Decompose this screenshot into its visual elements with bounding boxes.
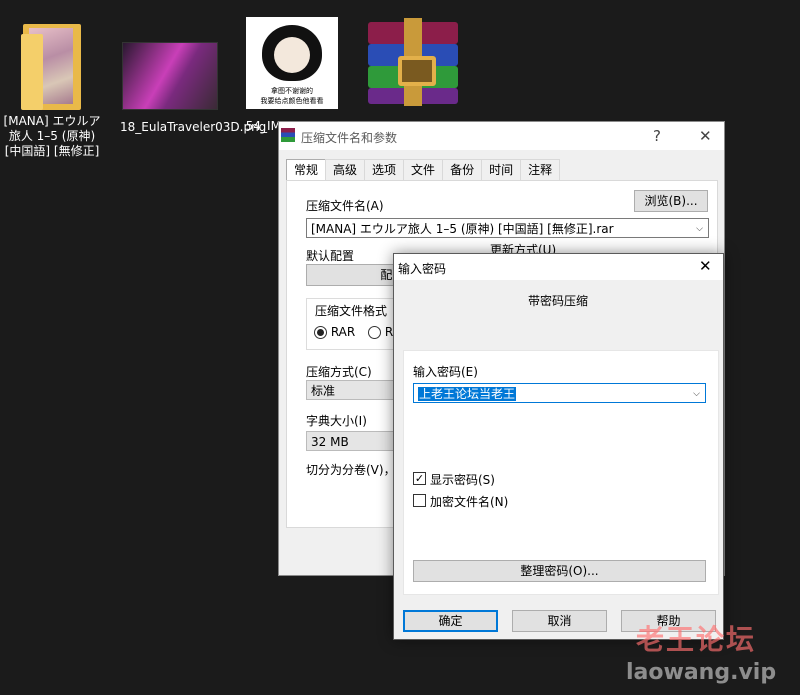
image-thumbnail (122, 42, 218, 110)
dict-value: 32 MB (311, 435, 349, 449)
archive-name-label: 压缩文件名(A) (306, 199, 384, 213)
desktop-image-meme[interactable]: 拿图不谢谢的 我要给点颜色他看看 54_IMG_2085... (242, 17, 342, 134)
tab-comment[interactable]: 注释 (520, 159, 561, 181)
format-rar-radio[interactable]: RAR (314, 325, 355, 339)
pw-dialog-title: 输入密码 (398, 262, 447, 276)
meme-caption-1: 拿图不谢谢的 (271, 87, 313, 95)
radio-selected-icon (314, 326, 327, 339)
password-input[interactable]: 上老王论坛当老王 ⌵ (413, 383, 706, 403)
meme-caption-2: 我要给点颜色他看看 (260, 97, 324, 105)
organize-passwords-button[interactable]: 整理密码(O)... (413, 560, 706, 582)
dialog-title: 压缩文件名和参数 (301, 131, 398, 145)
password-value: 上老王论坛当老王 (418, 387, 517, 401)
tab-strip: 常规 高级 选项 文件 备份 时间 注释 (286, 159, 561, 183)
tab-options[interactable]: 选项 (364, 159, 405, 181)
tab-files[interactable]: 文件 (403, 159, 444, 181)
dict-combo[interactable]: 32 MB (306, 431, 401, 451)
chevron-down-icon[interactable]: ⌵ (696, 219, 703, 237)
default-profile-label: 默认配置 (306, 249, 355, 263)
show-password-label: 显示密码(S) (430, 473, 495, 487)
chevron-down-icon[interactable]: ⌵ (693, 384, 700, 402)
desktop-icon-label: [MANA] エウルア旅人 1–5 (原神) [中国語] [無修正] (3, 114, 101, 158)
desktop-icon-label: 18_EulaTraveler03D.png (120, 120, 267, 134)
watermark-url: laowang.vip (626, 660, 777, 685)
close-icon[interactable]: ✕ (699, 257, 712, 275)
format-group-label: 压缩文件格式 (313, 302, 390, 319)
winrar-app-icon (281, 128, 295, 142)
archive-name-value: [MANA] エウルア旅人 1–5 (原神) [中国語] [無修正].rar (311, 222, 614, 236)
method-label: 压缩方式(C) (306, 365, 372, 379)
archive-name-combo[interactable]: [MANA] エウルア旅人 1–5 (原神) [中国語] [無修正].rar ⌵ (306, 218, 709, 238)
winrar-archive-icon (364, 18, 462, 106)
cancel-button[interactable]: 取消 (512, 610, 607, 632)
pw-title-bar: 输入密码 ✕ (394, 254, 723, 280)
enter-password-label: 输入密码(E) (413, 365, 478, 379)
pw-heading: 带密码压缩 (528, 294, 589, 308)
show-password-checkbox[interactable]: ✓ (413, 472, 426, 485)
browse-button[interactable]: 浏览(B)... (634, 190, 708, 212)
watermark-title: 老王论坛 (636, 623, 757, 656)
desktop-winrar[interactable] (363, 18, 463, 112)
tab-backup[interactable]: 备份 (442, 159, 483, 181)
split-label: 切分为分卷(V)， (306, 463, 396, 477)
tab-time[interactable]: 时间 (481, 159, 522, 181)
format-rar-label: RAR (330, 325, 356, 339)
enter-password-dialog: 输入密码 ✕ 带密码压缩 输入密码(E) 上老王论坛当老王 ⌵ ✓ 显示密码(S… (393, 253, 724, 640)
encrypt-names-label: 加密文件名(N) (430, 495, 509, 509)
encrypt-names-checkbox[interactable] (413, 494, 426, 507)
method-value: 标准 (311, 384, 336, 398)
desktop-folder-mana[interactable]: [MANA] エウルア旅人 1–5 (原神) [中国語] [無修正] (2, 20, 102, 159)
close-icon[interactable]: ✕ (699, 127, 712, 145)
folder-icon (21, 24, 83, 110)
dict-label: 字典大小(I) (306, 414, 367, 428)
help-icon[interactable]: ? (653, 127, 661, 145)
tab-advanced[interactable]: 高级 (325, 159, 366, 181)
ok-button[interactable]: 确定 (403, 610, 498, 632)
title-bar: 压缩文件名和参数 ? ✕ (279, 122, 724, 150)
method-combo[interactable]: 标准 (306, 380, 401, 400)
desktop-image-eula[interactable]: 18_EulaTraveler03D.png (120, 42, 267, 135)
radio-icon (368, 326, 381, 339)
meme-thumbnail: 拿图不谢谢的 我要给点颜色他看看 (246, 17, 338, 109)
pw-content-area: 输入密码(E) 上老王论坛当老王 ⌵ ✓ 显示密码(S) 加密文件名(N) 整理… (403, 350, 719, 595)
